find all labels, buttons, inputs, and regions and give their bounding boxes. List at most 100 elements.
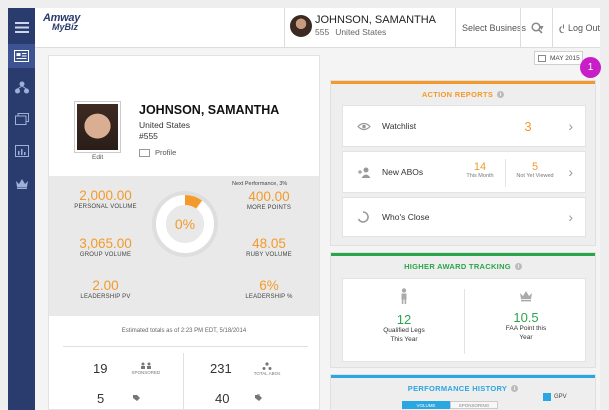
qualified-legs-label-2: This Year [390, 335, 418, 343]
power-icon [559, 24, 564, 33]
dashboard-icon[interactable] [8, 44, 35, 68]
edit-photo-link[interactable]: Edit [92, 154, 103, 161]
estimate-timestamp: Estimated totals as of 2:23 PM EDT, 5/18… [121, 328, 247, 334]
personal-volume-stat: 2,000.00 PERSONAL VOLUME [63, 188, 148, 210]
group-volume-label: GROUP VOLUME [79, 252, 132, 258]
header-user-id: 555 [315, 27, 330, 37]
leadership-pv-stat: 2.00 LEADERSHIP PV [63, 278, 148, 300]
performance-history-title-text: PERFORMANCE HISTORY [407, 384, 508, 393]
chevron-right-icon: › [568, 118, 573, 134]
chevron-right-icon: › [568, 164, 573, 180]
performance-history-title: PERFORMANCE HISTORY i [331, 384, 595, 393]
leadership-pct-label: LEADERSHIP % [245, 294, 293, 300]
header-user-name: JOHNSON, SAMANTHA [315, 14, 437, 26]
next-performance-label: Next Performance, 3% [232, 181, 288, 187]
action-reports-accent-bar [331, 81, 595, 84]
month-label: MAY 2015 [550, 54, 580, 62]
ruby-volume-label: RUBY VOLUME [246, 252, 292, 258]
personal-volume-value: 2,000.00 [79, 188, 132, 203]
watchlist-tile[interactable]: Watchlist 3 › [342, 105, 586, 147]
whos-close-tile[interactable]: Who's Close › [342, 197, 586, 237]
performance-percent: 0% [174, 216, 196, 232]
header-user-country: United States [335, 27, 387, 37]
higher-award-accent-bar [331, 253, 595, 256]
more-points-stat: 400.00 MORE POINTS [224, 189, 314, 211]
new-abos-label: New ABOs [382, 167, 424, 177]
search-icon [530, 22, 543, 34]
performance-history-section: PERFORMANCE HISTORY i GPV VOLUME SPONSOR… [330, 374, 596, 410]
sponsored-value: 19 [93, 361, 108, 376]
info-icon[interactable]: i [514, 263, 522, 270]
info-icon[interactable]: i [497, 91, 505, 98]
info-icon[interactable]: i [511, 385, 519, 392]
search-button[interactable] [520, 8, 552, 48]
this-month-value: 14 [473, 161, 487, 173]
bottom-stat-3-value: 5 [97, 391, 105, 406]
sponsored-count[interactable]: 19 SPONSORED [93, 361, 160, 376]
not-viewed-value: 5 [531, 161, 539, 173]
profile-card: Edit JOHNSON, SAMANTHA United States #55… [48, 55, 320, 410]
new-abos-this-month: 14 This Month [455, 161, 505, 179]
gpv-legend-label: GPV [554, 394, 567, 400]
total-abos-value: 231 [210, 361, 232, 376]
tag-icon [132, 394, 141, 403]
group-volume-value: 3,065.00 [79, 236, 132, 251]
network-icon[interactable] [12, 78, 31, 97]
avatar [290, 15, 312, 37]
sidebar [8, 8, 35, 410]
profile-photo[interactable] [74, 101, 121, 153]
menu-icon[interactable] [12, 18, 31, 37]
sponsored-label: SPONSORED [131, 370, 161, 375]
this-month-label: This Month [466, 173, 494, 179]
qualified-legs-value: 12 [396, 312, 412, 327]
profile-link-label: Profile [155, 148, 177, 157]
documents-icon[interactable] [12, 109, 31, 128]
tab-volume[interactable]: VOLUME [402, 401, 450, 409]
crown-icon [520, 291, 532, 302]
new-abos-tile[interactable]: New ABOs 14 This Month 5 Not Yet Viewed … [342, 151, 586, 193]
bottom-stat-3[interactable]: 5 [97, 391, 141, 406]
leadership-pv-label: LEADERSHIP PV [80, 294, 131, 300]
action-reports-title-text: ACTION REPORTS [421, 90, 494, 99]
more-points-value: 400.00 [248, 189, 290, 204]
watchlist-count: 3 [524, 119, 532, 134]
eye-icon [357, 106, 371, 146]
ruby-volume-stat: 48.05 RUBY VOLUME [224, 236, 314, 258]
faa-points: 10.5 FAA Point this Year [465, 279, 587, 343]
divider [183, 353, 184, 410]
faa-points-label-2: Year [519, 333, 533, 341]
bottom-stat-4[interactable]: 40 [215, 391, 264, 406]
header-user-details: 555 United States [315, 27, 386, 37]
total-abos-group: TOTAL ABOs [253, 361, 281, 376]
higher-award-section: HIGHER AWARD TRACKING i 12 Qualified Leg… [330, 252, 596, 368]
annotation-marker: 1 [580, 57, 601, 78]
progress-circle-icon [357, 198, 369, 236]
volume-stats-panel: 2,000.00 PERSONAL VOLUME 0% Next Perform… [49, 176, 319, 316]
sponsored-group: SPONSORED [131, 362, 160, 375]
new-abos-not-viewed: 5 Not Yet Viewed [506, 161, 564, 179]
tab-sponsoring[interactable]: SPONSORING [450, 401, 498, 409]
not-viewed-label: Not Yet Viewed [516, 173, 554, 179]
calendar-icon [538, 54, 546, 62]
higher-award-tile[interactable]: 12 Qualified Legs This Year 10.5 FAA Poi… [342, 278, 586, 362]
people-icon [140, 362, 151, 369]
chevron-right-icon: › [568, 209, 573, 225]
header-user-info[interactable]: JOHNSON, SAMANTHA 555 United States [284, 8, 456, 48]
action-reports-section: ACTION REPORTS i Watchlist 3 › New ABOs [330, 80, 596, 246]
month-selector[interactable]: MAY 2015 [534, 51, 583, 65]
group-volume-stat: 3,065.00 GROUP VOLUME [63, 236, 148, 258]
reports-chart-icon[interactable] [12, 141, 31, 160]
profile-link[interactable]: Profile [139, 148, 176, 157]
person-icon [401, 288, 407, 304]
logout-button[interactable]: Log Out [552, 8, 600, 48]
leadership-pct-stat: 6% LEADERSHIP % [224, 278, 314, 300]
bottom-stat-4-value: 40 [215, 391, 230, 406]
profile-country: United States [139, 120, 191, 130]
total-abos-label: TOTAL ABOs [253, 370, 281, 376]
add-user-icon [357, 152, 372, 192]
total-abos-count[interactable]: 231 TOTAL ABOs [210, 361, 280, 376]
awards-crown-icon[interactable] [12, 174, 31, 193]
watchlist-count-wrap: 3 [513, 119, 543, 134]
performance-history-tabs: VOLUME SPONSORING [402, 401, 498, 409]
amway-mybiz-logo[interactable]: Amway MyBiz [43, 12, 80, 32]
